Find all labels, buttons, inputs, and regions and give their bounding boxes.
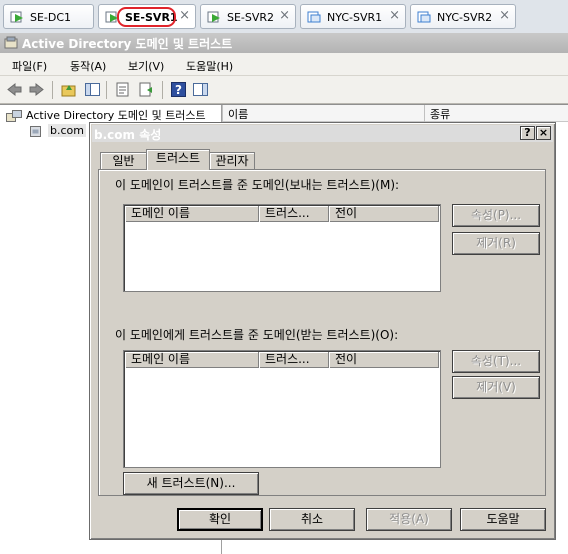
dialog-close-button[interactable]: × (536, 126, 551, 140)
mmc-title-bar[interactable]: Active Directory 도메인 및 트러스트 (0, 33, 568, 53)
column-domain-name[interactable]: 도메인 이름 (125, 352, 259, 368)
column-domain-name[interactable]: 도메인 이름 (125, 206, 259, 222)
list-header: 이름 종류 (222, 105, 568, 122)
menu-view[interactable]: 보기(V) (128, 58, 164, 74)
menu-action[interactable]: 동작(A) (70, 58, 106, 74)
tab-managed-by[interactable]: 관리자 (209, 152, 255, 170)
dialog-help-button[interactable]: ? (520, 126, 535, 140)
help-icon[interactable]: ? (170, 81, 187, 98)
session-tab-nyc-svr2[interactable]: NYC-SVR2 × (410, 4, 516, 29)
outgoing-remove-button[interactable]: 제거(R) (452, 232, 540, 255)
session-tab-label: NYC-SVR2 (437, 11, 493, 24)
tree-domain-label: b.com (48, 124, 86, 137)
close-icon[interactable]: × (499, 8, 510, 23)
column-transitive[interactable]: 전이 (329, 206, 439, 222)
vm-green-icon (207, 11, 220, 23)
export-list-icon[interactable] (138, 81, 155, 98)
session-tab-se-dc1[interactable]: SE-DC1 (3, 4, 94, 29)
incoming-trusts-list[interactable]: 도메인 이름 트러스... 전이 (123, 350, 441, 468)
session-tab-label: NYC-SVR1 (327, 11, 383, 24)
outgoing-trusts-list[interactable]: 도메인 이름 트러스... 전이 (123, 204, 441, 292)
trusts-tab-panel: 이 도메인이 트러스트를 준 도메인(보내는 트러스트)(M): 도메인 이름 … (98, 169, 546, 496)
tree-root-node[interactable]: Active Directory 도메인 및 트러스트 (6, 107, 206, 123)
session-tab-nyc-svr1[interactable]: NYC-SVR1 × (300, 4, 406, 29)
mmc-title: Active Directory 도메인 및 트러스트 (22, 37, 233, 51)
back-arrow-icon[interactable] (6, 81, 23, 98)
new-trust-button[interactable]: 새 트러스트(N)... (123, 472, 259, 495)
menu-file[interactable]: 파일(F) (12, 58, 47, 74)
dialog-title-bar[interactable]: b.com 속성 ? × (92, 125, 553, 142)
incoming-remove-button[interactable]: 제거(V) (452, 376, 540, 399)
show-hide-tree-icon[interactable] (84, 81, 101, 98)
close-icon[interactable]: × (179, 8, 190, 23)
active-directory-icon (4, 36, 18, 49)
properties-icon[interactable] (114, 81, 131, 98)
session-tab-label: SE-DC1 (30, 11, 72, 24)
column-transitive[interactable]: 전이 (329, 352, 439, 368)
domain-icon (30, 125, 41, 137)
apply-button[interactable]: 적용(A) (366, 508, 452, 531)
menu-help[interactable]: 도움말(H) (186, 58, 233, 74)
toolbar-separator (162, 81, 163, 99)
column-trust-type[interactable]: 트러스... (259, 206, 329, 222)
outgoing-properties-button[interactable]: 속성(P)... (452, 204, 540, 227)
session-tab-se-svr2[interactable]: SE-SVR2 × (200, 4, 296, 29)
column-divider[interactable] (424, 105, 425, 122)
vm-blue-icon (307, 11, 321, 23)
dialog-title: b.com 속성 (94, 128, 162, 142)
forward-arrow-icon[interactable] (28, 81, 45, 98)
column-trust-type[interactable]: 트러스... (259, 352, 329, 368)
domains-trusts-icon (6, 109, 22, 122)
session-tab-bar: SE-DC1 SE-SVR1 × SE-SVR2 × NYC-SVR1 × NY… (0, 0, 568, 33)
column-divider (222, 105, 223, 122)
vm-blue-icon (417, 11, 431, 23)
ok-button[interactable]: 확인 (177, 508, 263, 531)
outgoing-list-header: 도메인 이름 트러스... 전이 (125, 206, 439, 222)
tab-general[interactable]: 일반 (100, 152, 147, 170)
highlight-ring (117, 7, 176, 27)
column-name[interactable]: 이름 (228, 106, 248, 122)
svg-text:?: ? (175, 83, 182, 97)
tree-domain-node[interactable]: b.com (28, 124, 86, 138)
tree-root-label: Active Directory 도메인 및 트러스트 (26, 109, 206, 122)
help-button[interactable]: 도움말 (460, 508, 546, 531)
cancel-button[interactable]: 취소 (269, 508, 355, 531)
vm-green-icon (10, 11, 23, 23)
session-tab-se-svr1[interactable]: SE-SVR1 × (98, 4, 196, 29)
outgoing-trusts-label: 이 도메인이 트러스트를 준 도메인(보내는 트러스트)(M): (115, 178, 400, 192)
toolbar-separator (106, 81, 107, 99)
show-action-pane-icon[interactable] (192, 81, 209, 98)
domain-properties-dialog: b.com 속성 ? × 일반 트러스트 관리자 이 도메인이 트러스트를 준 … (89, 122, 556, 540)
session-tab-label: SE-SVR2 (227, 11, 275, 24)
close-icon[interactable]: × (389, 8, 400, 23)
incoming-list-header: 도메인 이름 트러스... 전이 (125, 352, 439, 368)
close-icon[interactable]: × (279, 8, 290, 23)
up-folder-icon[interactable] (60, 81, 77, 98)
menu-bar: 파일(F) 동작(A) 보기(V) 도움말(H) (0, 53, 568, 76)
column-type[interactable]: 종류 (430, 106, 450, 122)
incoming-trusts-label: 이 도메인에게 트러스트를 준 도메인(받는 트러스트)(O): (115, 328, 399, 342)
toolbar-separator (52, 81, 53, 99)
tab-trusts[interactable]: 트러스트 (146, 149, 210, 170)
toolbar: ? (0, 76, 568, 104)
incoming-properties-button[interactable]: 속성(T)... (452, 350, 540, 373)
